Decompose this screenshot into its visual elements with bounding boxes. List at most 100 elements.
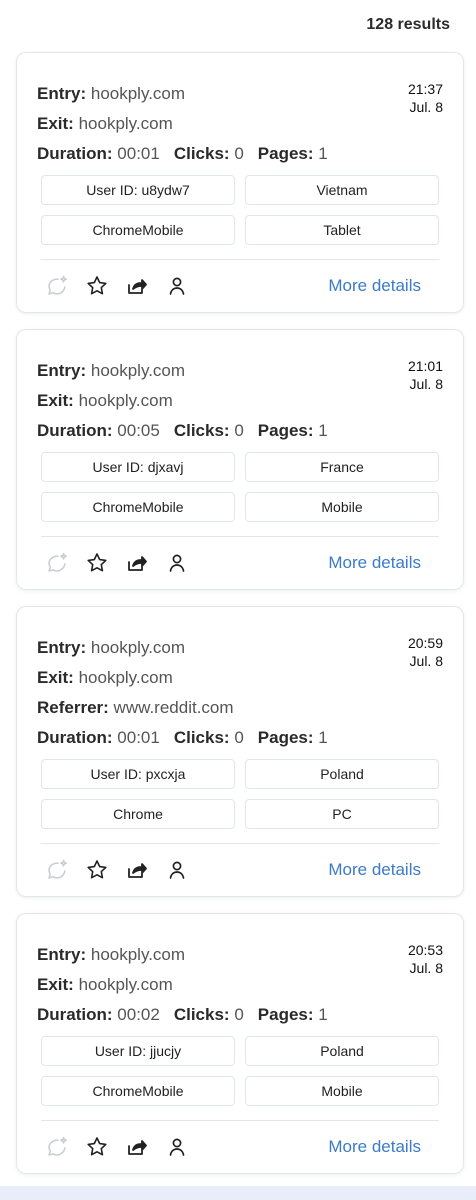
exit-value: hookply.com — [78, 975, 173, 994]
exit-value: hookply.com — [78, 114, 173, 133]
device-tag[interactable]: Tablet — [245, 215, 439, 245]
referrer-row: Referrer: www.reddit.com — [37, 693, 439, 723]
session-time: 20:53 — [407, 942, 443, 958]
clicks-value: 0 — [234, 421, 244, 440]
user-id-tag[interactable]: User ID: u8ydw7 — [41, 175, 235, 205]
referrer-label: Referrer: — [37, 698, 109, 717]
speech-bubble-sparkle-icon[interactable] — [45, 551, 69, 575]
country-tag[interactable]: France — [245, 452, 439, 482]
session-card: 20:53 Jul. 8 Entry: hookply.com Exit: ho… — [16, 913, 464, 1174]
entry-label: Entry: — [37, 361, 87, 380]
clicks-value: 0 — [234, 144, 244, 163]
session-tags: User ID: pxcxja Poland Chrome PC — [41, 759, 439, 829]
session-timestamp: 21:01 Jul. 8 — [408, 357, 443, 393]
speech-bubble-sparkle-icon[interactable] — [45, 274, 69, 298]
share-icon[interactable] — [125, 551, 149, 575]
more-details-link[interactable]: More details — [328, 276, 421, 296]
speech-bubble-sparkle-icon[interactable] — [45, 1135, 69, 1159]
browser-tag[interactable]: ChromeMobile — [41, 215, 235, 245]
exit-row: Exit: hookply.com — [37, 386, 439, 416]
exit-label: Exit: — [37, 668, 74, 687]
pages-value: 1 — [318, 1005, 328, 1024]
user-icon[interactable] — [165, 858, 189, 882]
more-details-link[interactable]: More details — [328, 1137, 421, 1157]
session-tags: User ID: djxavj France ChromeMobile Mobi… — [41, 452, 439, 522]
share-icon[interactable] — [125, 858, 149, 882]
entry-row: Entry: hookply.com — [37, 79, 439, 109]
device-tag[interactable]: PC — [245, 799, 439, 829]
star-icon[interactable] — [85, 551, 109, 575]
user-icon[interactable] — [165, 551, 189, 575]
entry-label: Entry: — [37, 84, 87, 103]
star-icon[interactable] — [85, 274, 109, 298]
session-date: Jul. 8 — [409, 653, 443, 669]
pages-value: 1 — [318, 728, 328, 747]
clicks-label: Clicks: — [173, 1005, 230, 1024]
session-tags: User ID: jjucjy Poland ChromeMobile Mobi… — [41, 1036, 439, 1106]
share-icon[interactable] — [125, 1135, 149, 1159]
duration-value: 00:01 — [117, 728, 160, 747]
session-timestamp: 21:37 Jul. 8 — [408, 80, 443, 116]
stats-row: Duration: 00:02 Clicks: 0 Pages: 1 — [37, 1000, 439, 1030]
exit-row: Exit: hookply.com — [37, 970, 439, 1000]
clicks-label: Clicks: — [173, 421, 230, 440]
entry-value: hookply.com — [90, 84, 186, 103]
exit-row: Exit: hookply.com — [37, 109, 439, 139]
country-tag[interactable]: Vietnam — [245, 175, 439, 205]
entry-label: Entry: — [37, 945, 87, 964]
user-id-tag[interactable]: User ID: djxavj — [41, 452, 235, 482]
pages-label: Pages: — [257, 144, 314, 163]
entry-row: Entry: hookply.com — [37, 356, 439, 386]
card-actions: More details — [37, 260, 439, 312]
session-card: 21:37 Jul. 8 Entry: hookply.com Exit: ho… — [16, 52, 464, 313]
exit-row: Exit: hookply.com — [37, 663, 439, 693]
session-time: 21:37 — [407, 81, 443, 97]
speech-bubble-sparkle-icon[interactable] — [45, 858, 69, 882]
device-tag[interactable]: Mobile — [245, 1076, 439, 1106]
star-icon[interactable] — [85, 1135, 109, 1159]
session-timestamp: 20:59 Jul. 8 — [408, 634, 443, 670]
exit-label: Exit: — [37, 975, 74, 994]
browser-tag[interactable]: Chrome — [41, 799, 235, 829]
pages-value: 1 — [318, 421, 328, 440]
user-icon[interactable] — [165, 274, 189, 298]
exit-label: Exit: — [37, 114, 74, 133]
browser-tag[interactable]: ChromeMobile — [41, 1076, 235, 1106]
duration-value: 00:02 — [117, 1005, 160, 1024]
session-time: 21:01 — [407, 358, 443, 374]
session-timestamp: 20:53 Jul. 8 — [408, 941, 443, 977]
card-actions: More details — [37, 844, 439, 896]
exit-value: hookply.com — [78, 668, 173, 687]
session-card: 21:01 Jul. 8 Entry: hookply.com Exit: ho… — [16, 329, 464, 590]
card-actions: More details — [37, 537, 439, 589]
entry-value: hookply.com — [90, 361, 186, 380]
user-icon[interactable] — [165, 1135, 189, 1159]
entry-row: Entry: hookply.com — [37, 940, 439, 970]
bottom-bar — [0, 1186, 476, 1200]
user-id-tag[interactable]: User ID: jjucjy — [41, 1036, 235, 1066]
more-details-link[interactable]: More details — [328, 553, 421, 573]
card-actions: More details — [37, 1121, 439, 1173]
session-card: 20:59 Jul. 8 Entry: hookply.com Exit: ho… — [16, 606, 464, 897]
user-id-tag[interactable]: User ID: pxcxja — [41, 759, 235, 789]
duration-label: Duration: — [37, 421, 113, 440]
entry-label: Entry: — [37, 638, 87, 657]
device-tag[interactable]: Mobile — [245, 492, 439, 522]
duration-label: Duration: — [37, 1005, 113, 1024]
duration-value: 00:01 — [117, 144, 160, 163]
star-icon[interactable] — [85, 858, 109, 882]
stats-row: Duration: 00:01 Clicks: 0 Pages: 1 — [37, 723, 439, 753]
duration-value: 00:05 — [117, 421, 160, 440]
browser-tag[interactable]: ChromeMobile — [41, 492, 235, 522]
stats-row: Duration: 00:01 Clicks: 0 Pages: 1 — [37, 139, 439, 169]
more-details-link[interactable]: More details — [328, 860, 421, 880]
country-tag[interactable]: Poland — [245, 759, 439, 789]
clicks-value: 0 — [234, 728, 244, 747]
country-tag[interactable]: Poland — [245, 1036, 439, 1066]
pages-label: Pages: — [257, 421, 314, 440]
duration-label: Duration: — [37, 144, 113, 163]
entry-value: hookply.com — [90, 945, 186, 964]
session-time: 20:59 — [407, 635, 443, 651]
results-count: 128 results — [366, 16, 450, 33]
share-icon[interactable] — [125, 274, 149, 298]
